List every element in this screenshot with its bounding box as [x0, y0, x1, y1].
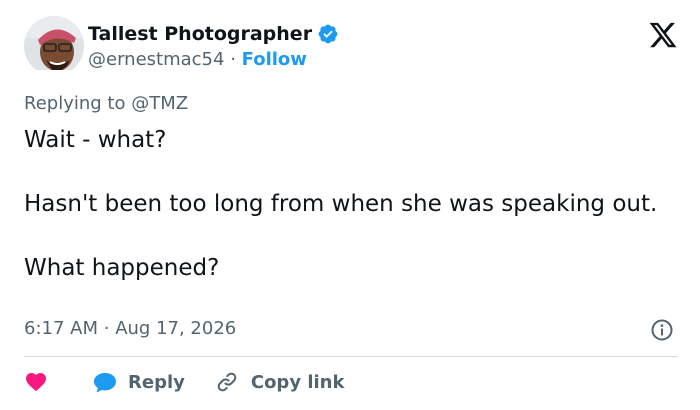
tweet-time: 6:17 AM	[24, 318, 98, 339]
tweet-line: Hasn't been too long from when she was s…	[24, 191, 658, 217]
author-handle-row: @ernestmac54 · Follow	[88, 48, 307, 72]
divider	[24, 356, 678, 357]
meta-separator: ·	[103, 318, 110, 339]
verified-badge-icon	[318, 24, 338, 44]
copy-link-label: Copy link	[250, 371, 345, 393]
x-logo-icon[interactable]	[648, 20, 678, 50]
tweet-line: Wait - what?	[24, 127, 167, 153]
author-handle[interactable]: @ernestmac54	[88, 49, 224, 70]
info-icon[interactable]	[650, 318, 674, 342]
tweet-timestamp[interactable]: 6:17 AM · Aug 17, 2026	[24, 317, 236, 341]
tweet-card: Tallest Photographer @ernestmac54 · Foll…	[0, 0, 700, 410]
reply-mention-link[interactable]: @TMZ	[131, 93, 188, 114]
follow-button[interactable]: Follow	[242, 49, 307, 70]
tweet-line: What happened?	[24, 255, 220, 281]
tweet-date: Aug 17, 2026	[115, 318, 237, 339]
reply-button[interactable]: Reply	[92, 370, 185, 394]
reply-context: Replying to @TMZ	[24, 92, 188, 116]
like-button[interactable]	[24, 370, 92, 394]
handle-separator: ·	[230, 49, 236, 70]
chat-bubble-icon	[94, 373, 116, 393]
action-bar: Reply Copy link	[24, 368, 344, 396]
author-display-name[interactable]: Tallest Photographer	[88, 22, 312, 46]
reply-context-prefix: Replying to	[24, 93, 126, 114]
heart-icon	[26, 373, 46, 392]
link-icon	[217, 372, 237, 392]
avatar-image	[24, 16, 84, 76]
avatar[interactable]	[24, 16, 84, 76]
tweet-text: Wait - what? Hasn't been too long from w…	[24, 124, 684, 284]
reply-label: Reply	[128, 371, 185, 393]
author-name-row[interactable]: Tallest Photographer	[88, 22, 339, 46]
copy-link-button[interactable]: Copy link	[215, 370, 345, 394]
